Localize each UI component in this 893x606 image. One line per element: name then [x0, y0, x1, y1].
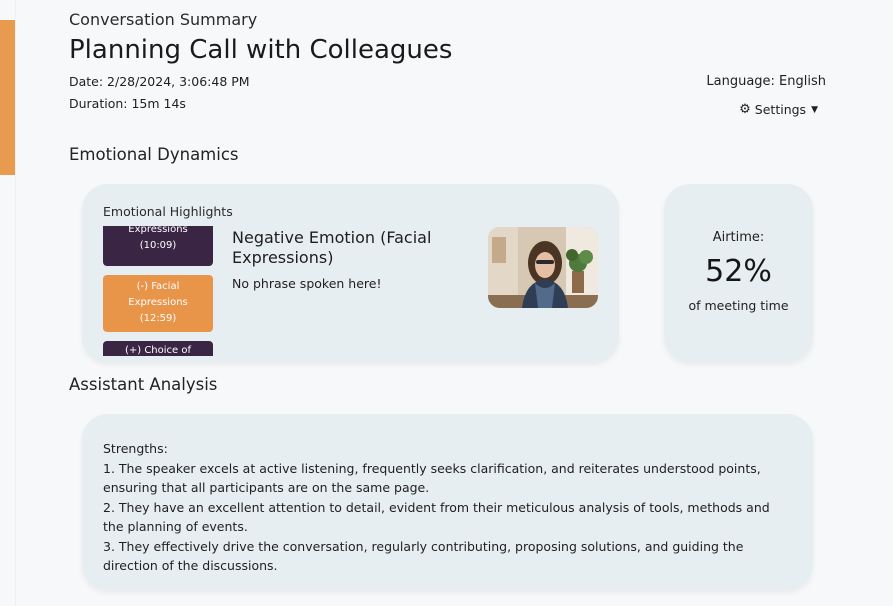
- page-eyebrow: Conversation Summary: [69, 10, 258, 29]
- conversation-duration: Duration: 15m 14s: [69, 96, 186, 111]
- selected-emotion-title: Negative Emotion (Facial Expressions): [232, 228, 432, 267]
- page-title: Planning Call with Colleagues: [69, 35, 453, 65]
- assistant-analysis-heading: Assistant Analysis: [69, 375, 218, 394]
- settings-label: Settings: [754, 102, 807, 117]
- conversation-date: Date: 2/28/2024, 3:06:48 PM: [69, 74, 250, 89]
- language-label: Language: English: [706, 74, 826, 89]
- highlight-chip-selected[interactable]: (-) Facial Expressions (12:59): [103, 275, 213, 332]
- page-edge: [15, 0, 16, 606]
- strength-item: 2. They have an excellent attention to d…: [103, 499, 770, 535]
- left-accent-bar: [0, 20, 15, 175]
- highlights-list[interactable]: Expressions (10:09) (-) Facial Expressio…: [103, 226, 213, 356]
- airtime-value: 52%: [705, 254, 772, 289]
- airtime-subtext: of meeting time: [688, 298, 789, 313]
- airtime-card: Airtime: 52% of meeting time: [664, 184, 813, 362]
- emotional-highlights-label: Emotional Highlights: [103, 204, 233, 219]
- airtime-label: Airtime:: [712, 230, 765, 245]
- strength-item: 1. The speaker excels at active listenin…: [103, 460, 761, 496]
- selected-emotion-phrase: No phrase spoken here!: [232, 276, 382, 291]
- gear-icon: ⚙: [739, 102, 751, 117]
- settings-dropdown[interactable]: ⚙ Settings ▼: [739, 102, 818, 117]
- strength-item: 3. They effectively drive the conversati…: [103, 538, 744, 574]
- strengths-label: Strengths:: [103, 441, 168, 456]
- highlight-chip[interactable]: Expressions (10:09): [103, 226, 213, 266]
- video-thumbnail[interactable]: [488, 227, 598, 308]
- highlight-chip[interactable]: (+) Choice of: [103, 341, 213, 356]
- emotional-highlights-card: Emotional Highlights Expressions (10:09)…: [82, 184, 619, 362]
- analysis-text: Strengths: 1. The speaker excels at acti…: [103, 439, 793, 576]
- caret-down-icon: ▼: [811, 104, 818, 115]
- emotional-dynamics-heading: Emotional Dynamics: [69, 145, 239, 164]
- assistant-analysis-card: Strengths: 1. The speaker excels at acti…: [82, 414, 813, 590]
- speaker-video-frame: [488, 227, 598, 308]
